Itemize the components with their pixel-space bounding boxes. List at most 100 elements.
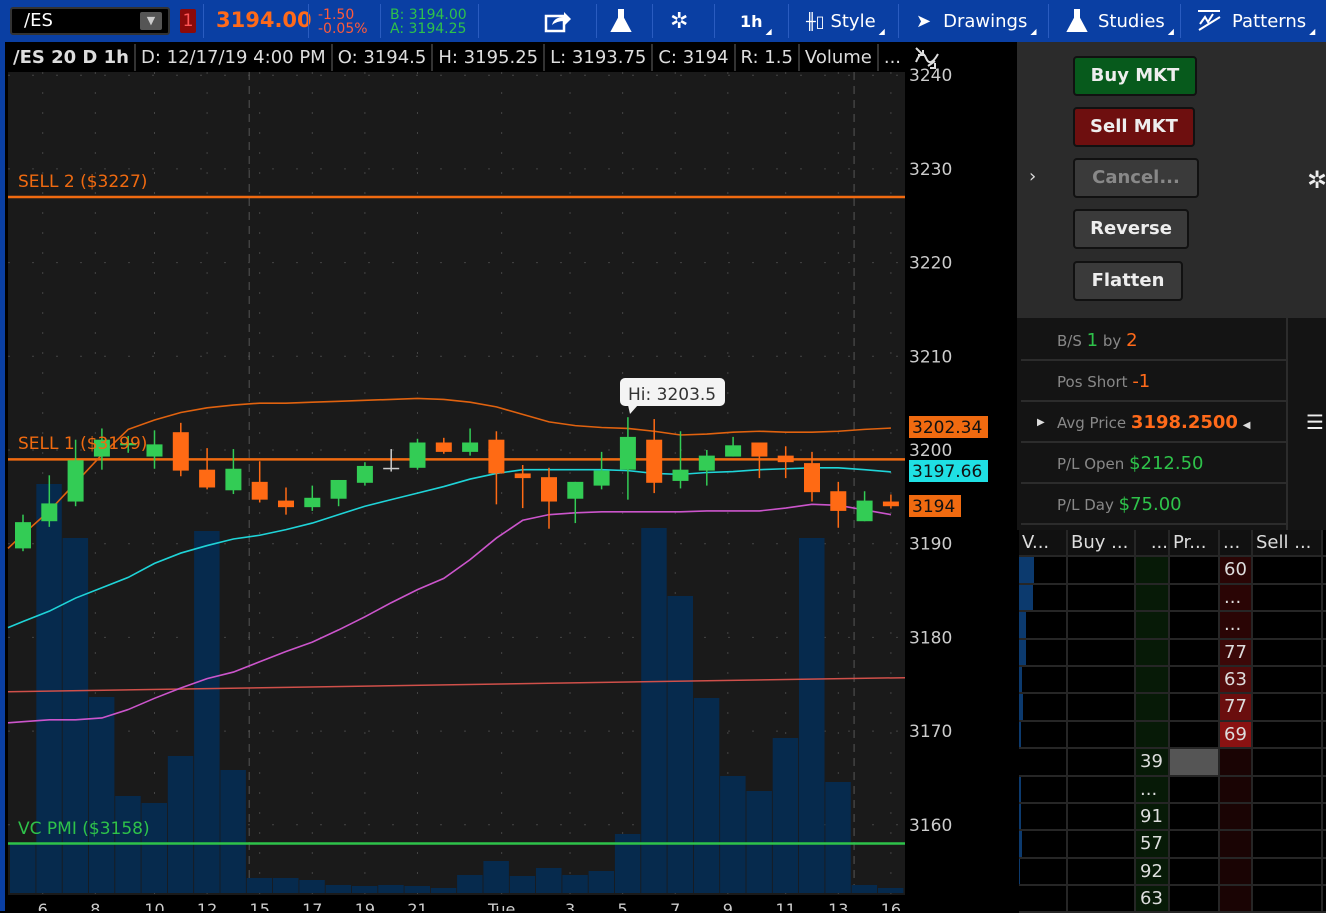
buy-orders-cell[interactable] — [1068, 666, 1136, 693]
ask-size-cell[interactable] — [1220, 776, 1253, 802]
sell-orders-cell[interactable] — [1253, 886, 1323, 912]
ask-size-cell[interactable] — [1220, 749, 1253, 775]
bid-size-cell[interactable] — [1136, 557, 1170, 583]
ask-size-cell[interactable] — [1220, 886, 1253, 912]
auto-scale-icon[interactable] — [915, 47, 939, 69]
price-cell[interactable] — [1170, 858, 1220, 885]
ladder-row[interactable]: 92 — [1019, 858, 1326, 887]
price-cell[interactable] — [1170, 666, 1220, 693]
buy-orders-cell[interactable] — [1068, 803, 1136, 830]
list-menu-icon[interactable]: ☰ — [1306, 410, 1324, 434]
ask-size-cell[interactable]: ... — [1220, 612, 1253, 638]
ladder-row[interactable]: 57 — [1019, 831, 1326, 859]
buy-orders-cell[interactable] — [1068, 584, 1136, 611]
price-cell[interactable] — [1170, 831, 1220, 857]
ladder-header-cell[interactable]: Sell ... — [1253, 530, 1323, 556]
buy-orders-cell[interactable] — [1068, 557, 1136, 583]
price-cell[interactable] — [1170, 721, 1220, 748]
buy-orders-cell[interactable] — [1068, 639, 1136, 665]
buy-orders-cell[interactable] — [1068, 749, 1136, 775]
bid-size-cell[interactable] — [1136, 612, 1170, 638]
ladder-header-cell[interactable]: Pr... — [1170, 530, 1220, 556]
bid-size-cell[interactable] — [1136, 639, 1170, 665]
volume-profile-cell[interactable] — [1019, 803, 1068, 830]
ladder-header-cell[interactable]: V... — [1019, 530, 1068, 556]
ladder-row[interactable]: ... — [1019, 776, 1326, 804]
volume-profile-cell[interactable] — [1019, 886, 1068, 912]
buy-orders-cell[interactable] — [1068, 886, 1136, 912]
ladder-row[interactable]: ... — [1019, 584, 1326, 613]
price-cell[interactable] — [1170, 886, 1220, 912]
ladder-row[interactable]: 69 — [1019, 721, 1326, 750]
ask-size-cell[interactable] — [1220, 858, 1253, 885]
volume-profile-cell[interactable] — [1019, 694, 1068, 720]
price-cell[interactable] — [1170, 803, 1220, 830]
ladder-row[interactable]: 63 — [1019, 666, 1326, 695]
sell-market-button[interactable]: Sell MKT — [1073, 107, 1195, 147]
sell-orders-cell[interactable] — [1253, 612, 1323, 638]
sell-orders-cell[interactable] — [1253, 694, 1323, 720]
ladder-header-cell[interactable]: ... — [1136, 530, 1170, 556]
ask-size-cell[interactable]: 60 — [1220, 557, 1253, 583]
ask-size-cell[interactable]: 63 — [1220, 666, 1253, 693]
buy-orders-cell[interactable] — [1068, 721, 1136, 748]
bid-size-cell[interactable] — [1136, 694, 1170, 720]
sell-orders-cell[interactable] — [1253, 639, 1323, 665]
bid-size-cell[interactable]: 39 — [1136, 749, 1170, 775]
ladder-row[interactable]: 77 — [1019, 694, 1326, 722]
bid-size-cell[interactable] — [1136, 721, 1170, 748]
volume-profile-cell[interactable] — [1019, 831, 1068, 857]
buy-orders-cell[interactable] — [1068, 831, 1136, 857]
study-volume[interactable]: Volume — [800, 44, 879, 71]
sell-orders-cell[interactable] — [1253, 557, 1323, 583]
sell-orders-cell[interactable] — [1253, 721, 1323, 748]
ladder-row[interactable]: 77 — [1019, 639, 1326, 667]
buy-orders-cell[interactable] — [1068, 858, 1136, 885]
volume-profile-cell[interactable] — [1019, 749, 1068, 775]
volume-profile-cell[interactable] — [1019, 858, 1068, 885]
ask-size-cell[interactable] — [1220, 831, 1253, 857]
bid-size-cell[interactable]: ... — [1136, 776, 1170, 802]
volume-profile-cell[interactable] — [1019, 557, 1068, 583]
bid-size-cell[interactable]: 63 — [1136, 886, 1170, 912]
bid-size-cell[interactable]: 91 — [1136, 803, 1170, 830]
volume-profile-cell[interactable] — [1019, 776, 1068, 802]
volume-profile-cell[interactable] — [1019, 612, 1068, 638]
price-cell[interactable] — [1170, 584, 1220, 611]
ladder-row[interactable]: ... — [1019, 612, 1326, 640]
price-ladder[interactable]: V... Buy ...... Pr...... Sell ... 60...... 7… — [1019, 530, 1326, 913]
reverse-button[interactable]: Reverse — [1073, 209, 1189, 249]
price-cell[interactable] — [1170, 612, 1220, 638]
sell-orders-cell[interactable] — [1253, 776, 1323, 802]
sell-orders-cell[interactable] — [1253, 803, 1323, 830]
ladder-header-cell[interactable]: ... — [1220, 530, 1253, 556]
volume-profile-cell[interactable] — [1019, 666, 1068, 693]
sell-orders-cell[interactable] — [1253, 858, 1323, 885]
price-cell[interactable] — [1170, 557, 1220, 583]
chevron-right-icon[interactable]: › — [1029, 166, 1036, 187]
buy-sell-qty[interactable]: B/S 1 by 2 — [1021, 320, 1286, 361]
bid-size-cell[interactable]: 57 — [1136, 831, 1170, 857]
ladder-row[interactable]: 60 — [1019, 557, 1326, 585]
ask-size-cell[interactable]: 69 — [1220, 721, 1253, 748]
bid-size-cell[interactable] — [1136, 666, 1170, 693]
price-cell[interactable] — [1170, 694, 1220, 720]
ask-size-cell[interactable]: 77 — [1220, 694, 1253, 720]
ladder-header-cell[interactable]: Buy ... — [1068, 530, 1136, 556]
volume-profile-cell[interactable] — [1019, 584, 1068, 611]
gear-icon[interactable]: ✲ — [1307, 166, 1326, 194]
ladder-row[interactable]: 63 — [1019, 886, 1326, 913]
ladder-row[interactable]: 91 — [1019, 803, 1326, 832]
sell-orders-cell[interactable] — [1253, 584, 1323, 611]
bid-size-cell[interactable] — [1136, 584, 1170, 611]
cancel-orders-button[interactable]: Cancel... — [1073, 158, 1199, 198]
price-cell[interactable] — [1170, 776, 1220, 802]
buy-orders-cell[interactable] — [1068, 694, 1136, 720]
bid-size-cell[interactable]: 92 — [1136, 858, 1170, 885]
studies-menu[interactable]: Studies ◢ — [1066, 0, 1174, 42]
ladder-row[interactable]: 39 — [1019, 749, 1326, 777]
patterns-menu[interactable]: Patterns ◢ — [1196, 0, 1315, 42]
price-chart[interactable]: 3240 3230 3220 3210 3200 3190 3180 3170 3160 6 8 10… — [0, 0, 1012, 911]
ask-size-cell[interactable]: ... — [1220, 584, 1253, 611]
flatten-button[interactable]: Flatten — [1073, 261, 1183, 301]
